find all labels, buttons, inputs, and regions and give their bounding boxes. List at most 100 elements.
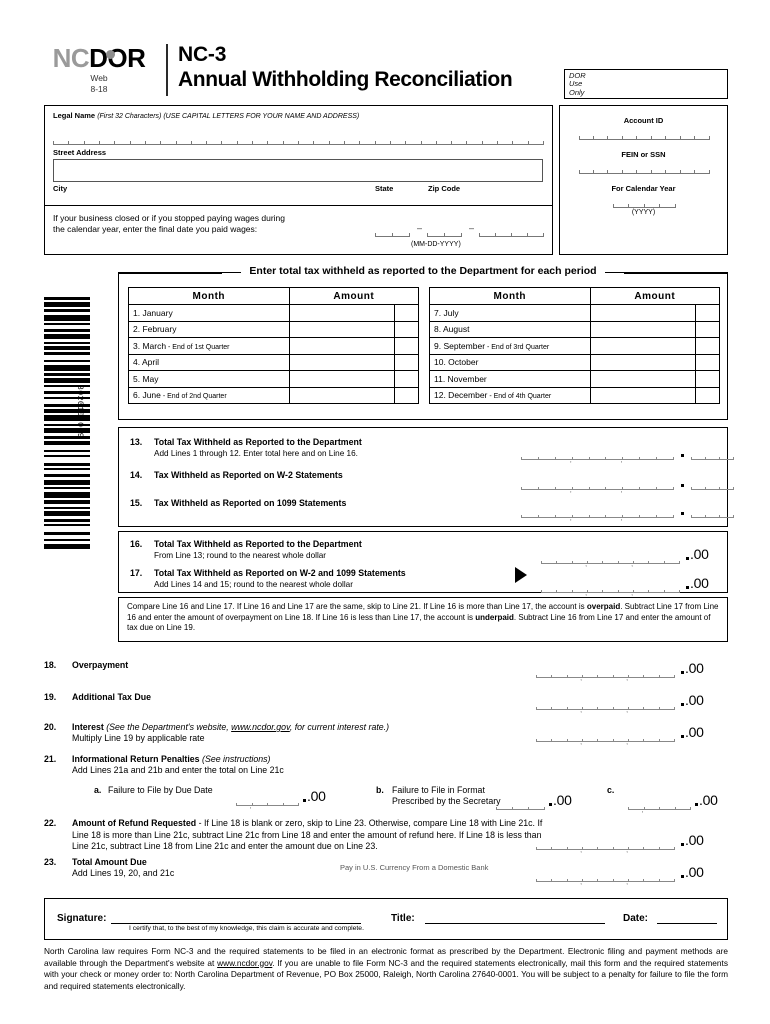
line-13-dollars-input[interactable]: ,, — [521, 450, 674, 464]
calendar-year-input[interactable] — [612, 200, 676, 208]
line-20-title-group: Interest (See the Department's website, … — [72, 722, 389, 732]
final-date-month-input[interactable] — [375, 229, 410, 237]
amount-cents-cell[interactable] — [393, 304, 420, 322]
amount-dollars-cell[interactable] — [288, 370, 395, 388]
line-21a-amount-input[interactable]: , — [236, 796, 299, 810]
line-13-cents-input[interactable] — [691, 450, 734, 460]
month-label-cell: 11. November — [429, 370, 591, 388]
line-21-title: Informational Return Penalties — [72, 754, 200, 764]
account-id-label: Account ID — [623, 116, 664, 125]
amount-dollars-cell[interactable] — [589, 386, 696, 404]
month-label-cell: 8. August — [429, 320, 591, 338]
amount-dollars-cell[interactable] — [288, 337, 395, 355]
line-21b-amount-input[interactable] — [496, 800, 545, 810]
line-22-title: Amount of Refund Requested — [72, 818, 197, 828]
line-14-decimal-point — [681, 484, 684, 487]
month-label-cell: 6. June - End of 2nd Quarter — [128, 386, 290, 404]
amount-dollars-cell[interactable] — [288, 353, 395, 371]
line-22-text-group: Amount of Refund Requested - If Line 18 … — [72, 818, 552, 853]
line-15-cents-input[interactable] — [691, 508, 734, 518]
line-18-decimal-point — [681, 671, 684, 674]
line-17-amount-input[interactable]: ,, — [541, 583, 680, 597]
amount-dollars-cell[interactable] — [589, 370, 696, 388]
date-dash-2: – — [469, 223, 475, 233]
amount-dollars-cell[interactable] — [288, 304, 395, 322]
business-closed-line-1: If your business closed or if you stoppe… — [53, 213, 285, 223]
line-21b-title-line-2: Prescribed by the Secretary — [392, 796, 501, 806]
column-header-month: Month — [429, 287, 591, 305]
line-21c-amount-input[interactable]: , — [628, 800, 691, 814]
barcode-number: 3020106009 — [75, 385, 84, 439]
amount-dollars-cell[interactable] — [288, 320, 395, 338]
column-header-amount: Amount — [589, 287, 721, 305]
fein-ssn-input[interactable] — [578, 166, 710, 174]
line-13-instruction: Add Lines 1 through 12. Enter total here… — [154, 449, 358, 458]
amount-cents-cell[interactable] — [393, 337, 420, 355]
line-14-cents-input[interactable] — [691, 480, 734, 490]
triangle-pointer-icon — [515, 567, 527, 583]
line-19-amount-input[interactable]: ,, — [536, 700, 675, 714]
business-closed-line-2: the calendar year, enter the final date … — [53, 224, 258, 234]
line-21a-letter: a. — [94, 785, 102, 795]
amount-cents-cell[interactable] — [694, 304, 721, 322]
amount-cents-cell[interactable] — [694, 320, 721, 338]
city-label: City — [53, 184, 68, 193]
line-19-number: 19. — [44, 692, 57, 702]
amount-cents-cell[interactable] — [393, 353, 420, 371]
date-input[interactable] — [657, 923, 717, 924]
line-21-hint: (See instructions) — [202, 754, 271, 764]
signature-box: Signature: I certify that, to the best o… — [44, 898, 728, 940]
line-20-hint-pre: (See the Department's website, — [106, 722, 232, 732]
line-13-number: 13. — [130, 437, 143, 447]
street-address-input[interactable] — [53, 159, 543, 182]
line-17-instruction: Add Lines 14 and 15; round to the neares… — [154, 580, 353, 589]
line-21b-title-line-1: Failure to File in Format — [392, 785, 485, 795]
amount-dollars-cell[interactable] — [589, 337, 696, 355]
ncdor-logo: NCDOR Web 8-18 — [44, 44, 154, 94]
ncdor-website-link[interactable]: www.ncdor.gov — [231, 722, 290, 732]
line-15-dollars-input[interactable]: ,, — [521, 508, 674, 522]
amount-cents-cell[interactable] — [393, 320, 420, 338]
table-row: 11. November — [429, 370, 721, 388]
amount-dollars-cell[interactable] — [589, 353, 696, 371]
amount-cents-cell[interactable] — [694, 353, 721, 371]
line-22-amount-input[interactable]: ,, — [536, 840, 675, 854]
account-id-input[interactable] — [578, 132, 710, 140]
month-label-cell: 7. July — [429, 304, 591, 322]
month-label-cell: 12. December - End of 4th Quarter — [429, 386, 591, 404]
state-label: State — [375, 184, 394, 193]
line-21-title-group: Informational Return Penalties (See inst… — [72, 754, 270, 764]
legal-name-input[interactable] — [53, 136, 544, 145]
line-23-title: Total Amount Due — [72, 857, 147, 867]
line-17-title: Total Tax Withheld as Reported on W-2 an… — [154, 568, 406, 578]
date-format-hint: (MM-DD-YYYY) — [411, 241, 461, 248]
title-input[interactable] — [425, 923, 605, 924]
final-date-day-input[interactable] — [427, 229, 462, 237]
table-row: 3. March - End of 1st Quarter — [128, 337, 420, 355]
line-15-title: Tax Withheld as Reported on 1099 Stateme… — [154, 498, 347, 508]
footer-website-link[interactable]: www.ncdor.gov — [217, 958, 272, 968]
logo-revision-date: 8-18 — [90, 84, 108, 94]
compare-instruction-text: Compare Line 16 and Line 17. If Line 16 … — [127, 602, 719, 632]
line-20-amount-input[interactable]: ,, — [536, 732, 675, 746]
line-14-dollars-input[interactable]: ,, — [521, 480, 674, 494]
footer-instructions: North Carolina law requires Form NC-3 an… — [44, 946, 728, 992]
amount-cents-cell[interactable] — [393, 386, 420, 404]
table-row: 4. April — [128, 353, 420, 371]
line-23-amount-input[interactable]: ,, — [536, 872, 675, 886]
amount-cents-cell[interactable] — [694, 370, 721, 388]
final-date-year-input[interactable] — [479, 229, 544, 237]
line-18-amount-input[interactable]: ,, — [536, 668, 675, 682]
line-16-amount-input[interactable]: ,, — [541, 554, 680, 568]
calendar-year-label: For Calendar Year — [611, 184, 676, 193]
line-21a-decimal-point — [303, 799, 306, 802]
amount-dollars-cell[interactable] — [589, 320, 696, 338]
amount-dollars-cell[interactable] — [589, 304, 696, 322]
signature-input[interactable] — [111, 923, 361, 924]
amount-cents-cell[interactable] — [694, 386, 721, 404]
amount-dollars-cell[interactable] — [288, 386, 395, 404]
table-row: 12. December - End of 4th Quarter — [429, 386, 721, 404]
amount-cents-cell[interactable] — [393, 370, 420, 388]
month-label-cell: 1. January — [128, 304, 290, 322]
amount-cents-cell[interactable] — [694, 337, 721, 355]
